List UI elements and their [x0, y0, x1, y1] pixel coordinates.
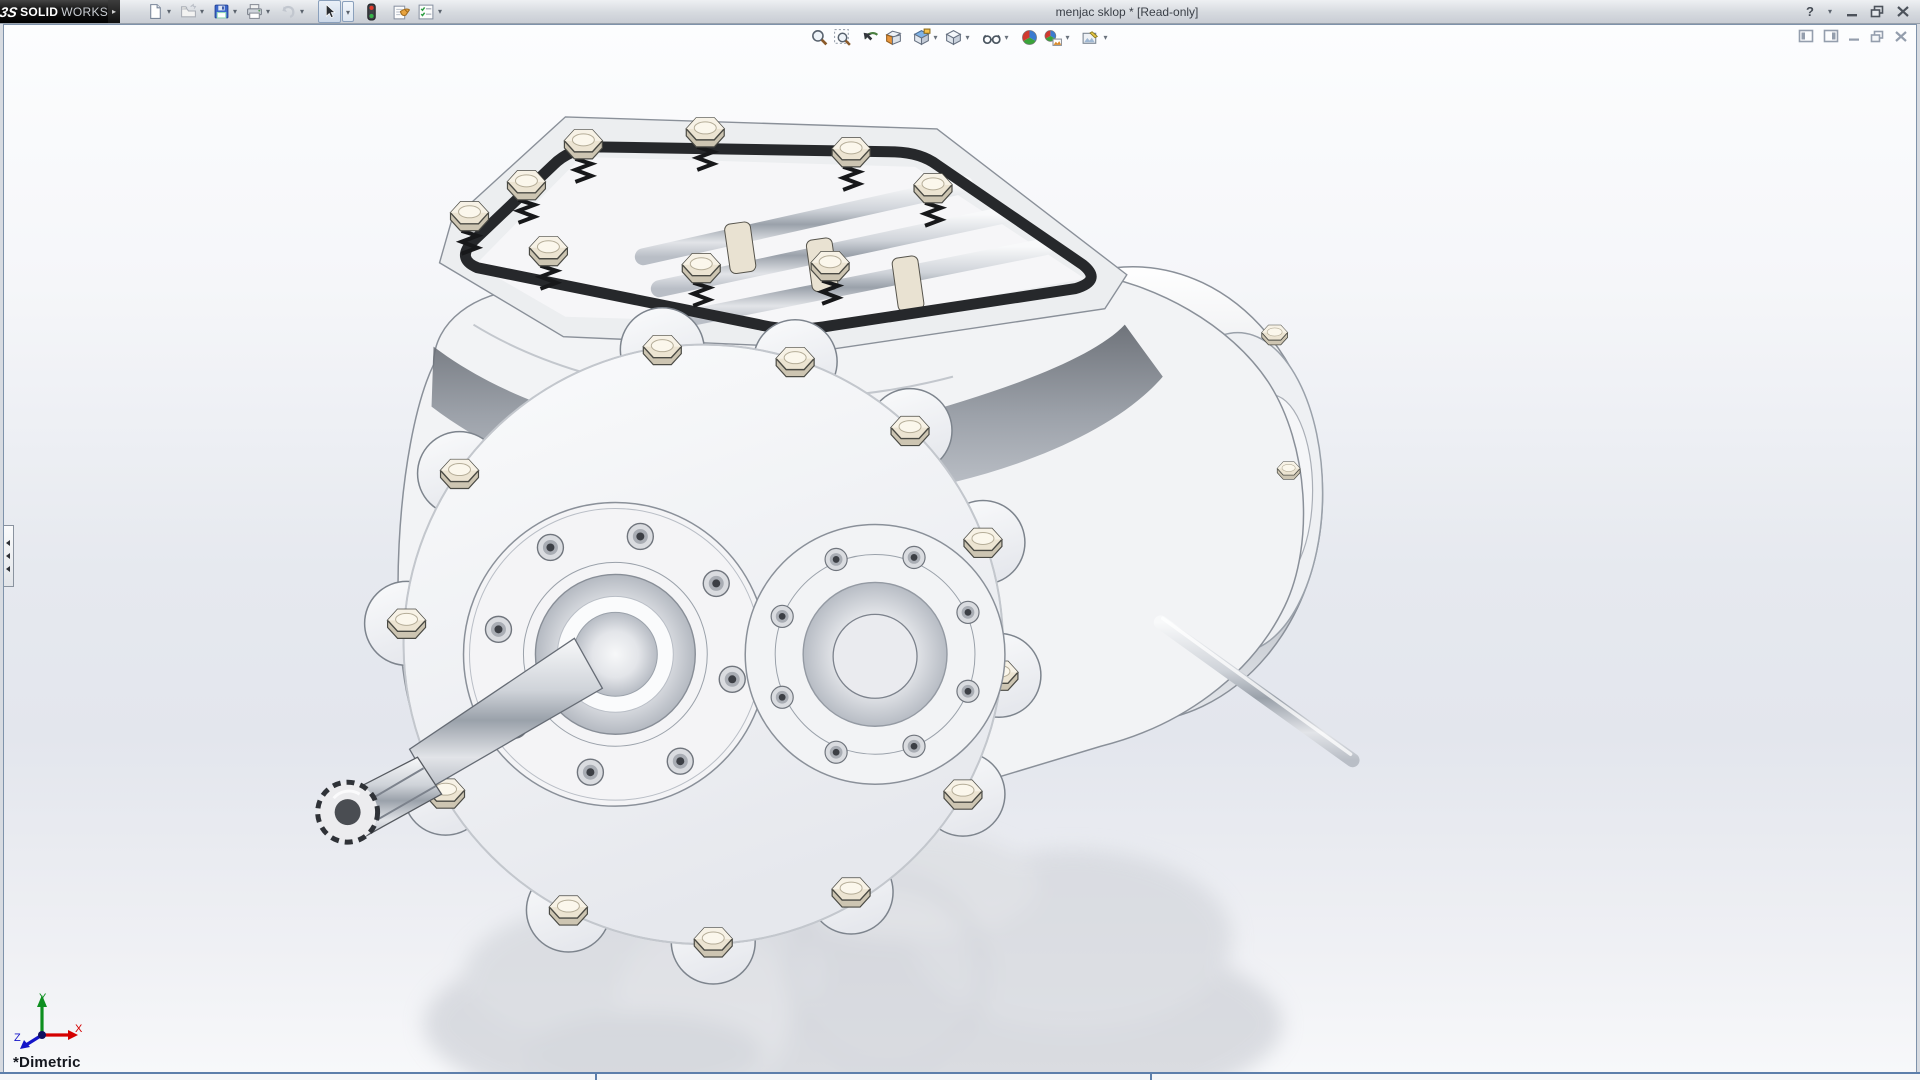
- z-axis-label: Z: [14, 1032, 21, 1044]
- pane-toggle-left-button[interactable]: [1798, 29, 1814, 43]
- document-title: menjac sklop * [Read-only]: [1055, 4, 1199, 19]
- view-settings-icon: [1082, 31, 1099, 44]
- close-icon: [1895, 30, 1907, 42]
- select-cursor-icon: [325, 3, 336, 19]
- help-button[interactable]: ?: [1806, 4, 1814, 19]
- standard-toolbar: ▾ ▾ ▾ ▾ ▾ ▾ ▾: [144, 0, 448, 23]
- menu-flyout-arrow-icon[interactable]: ▸: [108, 0, 120, 23]
- eyeglasses-icon: [982, 34, 1001, 45]
- status-bar-divider: [595, 1072, 597, 1080]
- pane-toggle-right-button[interactable]: [1823, 29, 1839, 43]
- options-button[interactable]: ▾: [414, 0, 448, 23]
- minimize-icon: [1849, 38, 1859, 41]
- dropdown-arrow-icon[interactable]: ▾: [197, 1, 207, 22]
- dropdown-arrow-icon[interactable]: ▾: [963, 33, 972, 42]
- status-bar: [0, 1072, 1920, 1080]
- select-dropdown-arrow-icon[interactable]: ▾: [342, 1, 354, 22]
- headsup-view-toolbar: ▾ ▾ ▾ ▾ ▾: [808, 27, 1112, 48]
- select-button[interactable]: [318, 0, 341, 23]
- traffic-light-icon: [367, 3, 376, 20]
- output-flange[interactable]: [744, 523, 1006, 785]
- previous-view-icon: [863, 32, 879, 41]
- view-orientation-button[interactable]: ▾: [910, 27, 942, 48]
- zoom-to-fit-icon: [812, 30, 828, 46]
- collapse-pane-arrow-icon: [6, 540, 10, 546]
- pane-right-icon: [1823, 29, 1839, 43]
- undo-arrow-icon: [282, 5, 295, 19]
- minimize-icon: [1847, 13, 1857, 16]
- dropdown-arrow-icon[interactable]: ▾: [1002, 33, 1011, 42]
- close-icon: [1897, 6, 1909, 17]
- doc-restore-button[interactable]: [1870, 30, 1885, 43]
- display-style-icon: [945, 30, 962, 46]
- open-folder-icon: [181, 3, 197, 18]
- file-properties-button[interactable]: [389, 0, 414, 23]
- solidworks-logo: 3S SOLID WORKS: [0, 0, 108, 23]
- apply-scene-button[interactable]: ▾: [1041, 27, 1074, 48]
- display-style-button[interactable]: ▾: [942, 27, 974, 48]
- rebuild-button[interactable]: [362, 0, 381, 23]
- dropdown-arrow-icon[interactable]: ▾: [435, 1, 445, 22]
- view-orientation-icon: [913, 28, 931, 46]
- solidworks-window: 3S SOLID WORKS ▸ ▾ ▾ ▾ ▾ ▾ ▾ ▾ menjac sk…: [0, 0, 1920, 1080]
- dropdown-arrow-icon[interactable]: ▾: [263, 1, 273, 22]
- dropdown-arrow-icon[interactable]: ▾: [931, 33, 940, 42]
- x-axis-label: X: [75, 1023, 83, 1035]
- print-button[interactable]: ▾: [243, 0, 276, 23]
- graphics-viewport[interactable]: ▾ ▾ ▾ ▾ ▾ Y X Z *Dimetric: [3, 24, 1917, 1074]
- file-properties-icon: [393, 5, 411, 19]
- previous-view-button[interactable]: [859, 27, 882, 48]
- dropdown-arrow-icon[interactable]: ▾: [164, 1, 174, 22]
- restore-button[interactable]: [1870, 5, 1885, 18]
- options-checklist-icon: [418, 4, 434, 19]
- help-dropdown-arrow-icon[interactable]: ▾: [1825, 1, 1835, 22]
- close-button[interactable]: [1896, 5, 1910, 18]
- collapsed-featuremanager-tab[interactable]: [4, 525, 14, 587]
- edit-appearance-button[interactable]: [1018, 27, 1041, 48]
- view-settings-button[interactable]: ▾: [1079, 27, 1112, 48]
- window-controls: ? ▾: [1806, 1, 1910, 22]
- pane-left-icon: [1798, 29, 1814, 43]
- zoom-to-area-button[interactable]: [831, 27, 854, 48]
- apply-scene-icon: [1044, 30, 1062, 46]
- minimize-button[interactable]: [1846, 6, 1859, 18]
- restore-icon: [1870, 5, 1884, 18]
- logo-text-works: WORKS: [61, 4, 109, 19]
- zoom-to-area-icon: [834, 29, 851, 46]
- save-button[interactable]: ▾: [210, 0, 243, 23]
- printer-icon: [247, 4, 262, 19]
- document-window-controls: [1798, 29, 1908, 43]
- solidworks-logo-mark-icon: 3S: [0, 3, 19, 20]
- section-view-button[interactable]: [882, 27, 905, 48]
- doc-minimize-button[interactable]: [1848, 30, 1861, 42]
- reference-triad: Y X Z: [14, 992, 83, 1049]
- dropdown-arrow-icon[interactable]: ▾: [1063, 33, 1072, 42]
- undo-button[interactable]: ▾: [276, 0, 310, 23]
- hide-show-items-button[interactable]: ▾: [979, 27, 1013, 48]
- view-orientation-label: *Dimetric: [13, 1054, 81, 1071]
- save-floppy-icon: [214, 4, 229, 19]
- dropdown-arrow-icon[interactable]: ▾: [230, 1, 240, 22]
- y-axis-label: Y: [39, 992, 47, 1004]
- status-bar-divider: [1150, 1072, 1152, 1080]
- titlebar: 3S SOLID WORKS ▸ ▾ ▾ ▾ ▾ ▾ ▾ ▾ menjac sk…: [0, 0, 1920, 24]
- zoom-to-fit-button[interactable]: [808, 27, 831, 48]
- section-view-icon: [885, 30, 902, 46]
- collapse-pane-arrow-icon: [6, 566, 10, 572]
- restore-icon: [1870, 30, 1884, 42]
- new-button[interactable]: ▾: [144, 0, 177, 23]
- dropdown-arrow-icon[interactable]: ▾: [297, 1, 307, 22]
- collapse-pane-arrow-icon: [6, 553, 10, 559]
- open-button[interactable]: ▾: [177, 0, 210, 23]
- doc-close-button[interactable]: [1894, 30, 1908, 43]
- gearbox-assembly-model[interactable]: [4, 25, 1916, 1074]
- logo-text-solid: SOLID: [20, 4, 59, 19]
- dropdown-arrow-icon[interactable]: ▾: [1101, 33, 1110, 42]
- new-document-icon: [150, 4, 161, 19]
- appearance-ball-icon: [1022, 30, 1037, 45]
